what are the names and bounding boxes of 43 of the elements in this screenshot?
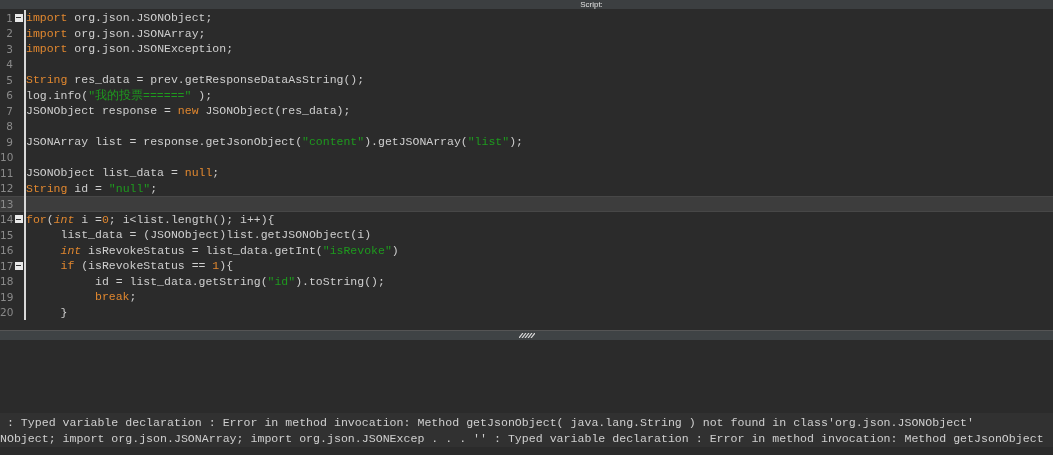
line-number: 14 — [0, 213, 13, 226]
code-line: import org.json.JSONException; — [26, 41, 234, 57]
line-number: 4 — [5, 58, 13, 71]
code-line: import org.json.JSONArray; — [26, 25, 206, 41]
line-number: 16 — [0, 244, 13, 257]
code-line: id = list_data.getString("id").toString(); — [94, 273, 385, 289]
code-line: String res_data = prev.getResponseDataAsString(); — [26, 72, 365, 88]
code-line: int isRevokeStatus = list_data.getInt("isRevoke") — [59, 242, 399, 258]
line-number: 3 — [5, 42, 13, 55]
code-line: list_data = (JSONObject)list.getJSONObject(i) — [59, 227, 372, 243]
fold-icon[interactable] — [14, 215, 23, 224]
code-line: break; — [94, 289, 137, 305]
code-line: String id = "null"; — [26, 180, 158, 196]
line-number: 15 — [0, 228, 13, 241]
line-number: 11 — [0, 166, 13, 179]
code-line: } — [59, 304, 68, 320]
line-number: 17 — [0, 259, 13, 272]
line-number: 5 — [5, 73, 13, 86]
code-line: JSONArray list = response.getJsonObject("content").getJSONArray("list"); — [26, 134, 523, 150]
line-number: 6 — [5, 89, 13, 102]
code-line: if (isRevokeStatus == 1){ — [59, 258, 234, 274]
line-number: 13 — [0, 197, 13, 210]
line-number: 10 — [0, 151, 13, 164]
fold-icon[interactable] — [14, 261, 23, 270]
line-number: 18 — [0, 275, 13, 288]
line-number: 20 — [0, 306, 13, 319]
fold-icon[interactable] — [14, 13, 23, 22]
line-number: 19 — [0, 290, 13, 303]
error-message: NObject; import org.json.JSONArray; import org.json.JSONExcep . . . '' : Typed variable declaration : Error in method invocation: Method getJsonObject — [0, 431, 1045, 447]
grip-icon[interactable] — [518, 333, 535, 338]
line-number: 9 — [5, 135, 13, 148]
line-number: 12 — [0, 182, 13, 195]
line-number: 1 — [5, 11, 13, 24]
code-line: for(int i =0; i<list.length(); i++){ — [26, 211, 275, 227]
code-line: log.info("我的投票======" ); — [26, 87, 213, 103]
code-line: import org.json.JSONObject; — [26, 10, 213, 26]
window-title: Script: — [580, 0, 603, 9]
code-line: JSONObject response = new JSONObject(res_data); — [26, 103, 351, 119]
line-number: 2 — [5, 27, 13, 40]
line-number: 7 — [5, 104, 13, 117]
error-message: : Typed variable declaration : Error in method invocation: Method getJsonObject( java.lang.String ) not found in class'org.json.JSONObject' — [5, 415, 976, 431]
code-line: JSONObject list_data = null; — [26, 165, 220, 181]
line-number: 8 — [5, 120, 13, 133]
